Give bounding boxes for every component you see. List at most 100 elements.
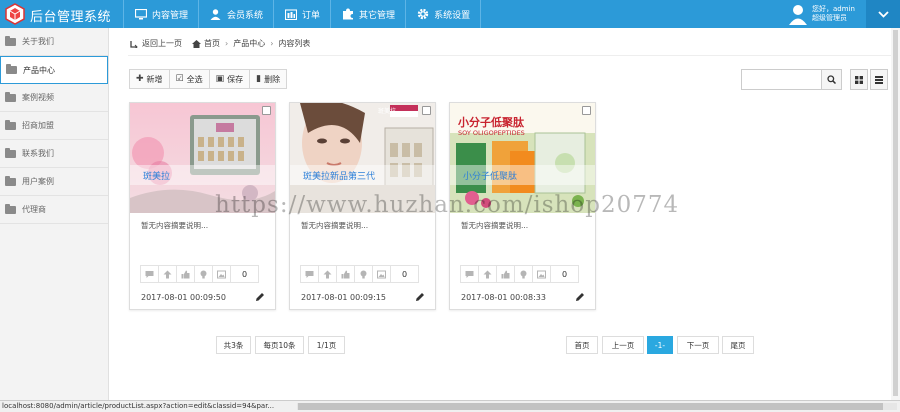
nav-settings[interactable]: 系统设置 bbox=[406, 0, 482, 28]
pager-per-page: 每页10条 bbox=[255, 336, 304, 354]
sidebar-item-products[interactable]: 产品中心 bbox=[0, 56, 108, 84]
add-button[interactable]: ✚ 新增 bbox=[129, 69, 170, 89]
top-button[interactable] bbox=[318, 265, 337, 283]
image-headline: 小分子低聚肽 bbox=[458, 116, 524, 129]
top-button[interactable] bbox=[478, 265, 497, 283]
card-checkbox[interactable] bbox=[262, 106, 271, 115]
pencil-icon[interactable] bbox=[255, 292, 265, 302]
comment-icon bbox=[465, 270, 474, 278]
hot-button[interactable] bbox=[354, 265, 373, 283]
user-greeting: 您好，admin bbox=[812, 5, 855, 13]
chevron-right-icon: › bbox=[225, 39, 229, 48]
lightbulb-icon bbox=[360, 270, 367, 278]
image-button[interactable] bbox=[212, 265, 231, 283]
image-button[interactable] bbox=[532, 265, 551, 283]
arrow-up-icon bbox=[323, 270, 332, 278]
recommend-button[interactable] bbox=[176, 265, 195, 283]
folder-icon bbox=[5, 91, 16, 102]
sidebar-item-agents[interactable]: 代理商 bbox=[0, 196, 108, 224]
chevron-right-icon: › bbox=[270, 39, 274, 48]
sidebar-item-case-videos[interactable]: 案例视频 bbox=[0, 84, 108, 112]
orders-icon bbox=[284, 8, 297, 20]
back-arrow-icon bbox=[130, 40, 138, 48]
hot-button[interactable] bbox=[514, 265, 533, 283]
sidebar: 关于我们 产品中心 案例视频 招商加盟 联系我们 用户案例 代理商 bbox=[0, 28, 109, 400]
pencil-icon[interactable] bbox=[575, 292, 585, 302]
sidebar-item-franchise[interactable]: 招商加盟 bbox=[0, 112, 108, 140]
thumbs-up-icon bbox=[501, 270, 510, 278]
comment-button[interactable] bbox=[300, 265, 319, 283]
nav-content[interactable]: 内容管理 bbox=[123, 0, 200, 28]
add-label: 新增 bbox=[146, 74, 163, 84]
vertical-scroll-thumb[interactable] bbox=[893, 30, 898, 396]
grid-view-button[interactable] bbox=[850, 69, 868, 90]
folder-icon bbox=[5, 147, 16, 158]
pencil-icon[interactable] bbox=[415, 292, 425, 302]
image-button[interactable] bbox=[372, 265, 391, 283]
user-menu[interactable]: 您好，admin 超级管理员 bbox=[788, 2, 855, 26]
comment-icon bbox=[145, 270, 154, 278]
hot-button[interactable] bbox=[194, 265, 213, 283]
arrow-up-icon bbox=[483, 270, 492, 278]
comment-button[interactable] bbox=[460, 265, 479, 283]
horizontal-scroll-thumb[interactable] bbox=[298, 403, 883, 410]
lightbulb-icon bbox=[200, 270, 207, 278]
breadcrumb: 返回上一页 首页 › 产品中心 › 内容列表 bbox=[130, 38, 310, 49]
card-summary: 暂无内容摘要说明... bbox=[301, 221, 369, 230]
sidebar-item-user-cases[interactable]: 用户案例 bbox=[0, 168, 108, 196]
sidebar-item-label: 案例视频 bbox=[22, 93, 54, 102]
sidebar-item-label: 关于我们 bbox=[22, 37, 54, 46]
lightbulb-icon bbox=[520, 270, 527, 278]
view-count: 0 bbox=[230, 265, 259, 283]
pager-current-page[interactable]: -1- bbox=[647, 336, 673, 354]
nav-orders[interactable]: 订单 bbox=[274, 0, 332, 28]
user-dropdown-button[interactable] bbox=[866, 0, 900, 28]
divider bbox=[128, 55, 898, 56]
nav-settings-label: 系统设置 bbox=[434, 10, 471, 21]
card-title[interactable]: 斑美拉 bbox=[130, 165, 275, 185]
recommend-button[interactable] bbox=[496, 265, 515, 283]
sidebar-item-about[interactable]: 关于我们 bbox=[0, 28, 108, 56]
sidebar-item-label: 招商加盟 bbox=[22, 121, 54, 130]
breadcrumb-section[interactable]: 产品中心 bbox=[233, 38, 265, 49]
thumbs-up-icon bbox=[341, 270, 350, 278]
back-link[interactable]: 返回上一页 bbox=[142, 38, 182, 49]
sidebar-item-contact[interactable]: 联系我们 bbox=[0, 140, 108, 168]
logo-icon bbox=[5, 3, 25, 25]
top-button[interactable] bbox=[158, 265, 177, 283]
list-view-button[interactable] bbox=[870, 69, 888, 90]
nav-orders-label: 订单 bbox=[302, 10, 321, 21]
user-role: 超级管理员 bbox=[812, 14, 847, 22]
nav-members[interactable]: 会员系统 bbox=[199, 0, 275, 28]
save-button[interactable]: ▣ 保存 bbox=[208, 69, 251, 89]
recommend-button[interactable] bbox=[336, 265, 355, 283]
select-all-button[interactable]: ☑ 全选 bbox=[168, 69, 210, 89]
card-title[interactable]: 小分子低聚肽 bbox=[450, 165, 595, 185]
user-info: 您好，admin 超级管理员 bbox=[812, 5, 855, 23]
pager-first-button[interactable]: 首页 bbox=[566, 336, 598, 354]
image-icon bbox=[537, 270, 546, 278]
search-button[interactable] bbox=[821, 69, 842, 90]
search-input[interactable] bbox=[741, 69, 822, 90]
monitor-icon bbox=[134, 8, 147, 20]
card-title[interactable]: 斑美拉新品第三代 bbox=[290, 165, 435, 185]
pager-prev-button[interactable]: 上一页 bbox=[602, 336, 644, 354]
card-actions: 0 bbox=[460, 265, 579, 283]
breadcrumb-current: 内容列表 bbox=[278, 39, 311, 48]
user-icon bbox=[209, 8, 222, 20]
nav-members-label: 会员系统 bbox=[227, 10, 264, 21]
delete-button[interactable]: ▮ 删除 bbox=[249, 69, 288, 89]
image-icon bbox=[377, 270, 386, 278]
pager-last-button[interactable]: 尾页 bbox=[722, 336, 754, 354]
pager-next-button[interactable]: 下一页 bbox=[677, 336, 719, 354]
nav-other-label: 其它管理 bbox=[359, 10, 396, 21]
card-checkbox[interactable] bbox=[582, 106, 591, 115]
nav-other[interactable]: 其它管理 bbox=[331, 0, 407, 28]
plus-icon: ✚ bbox=[136, 74, 144, 84]
breadcrumb-home[interactable]: 首页 bbox=[204, 38, 220, 49]
card-date: 2017-08-01 00:09:15 bbox=[301, 293, 386, 302]
comment-button[interactable] bbox=[140, 265, 159, 283]
select-all-label: 全选 bbox=[186, 74, 203, 84]
home-icon bbox=[192, 39, 201, 48]
card-checkbox[interactable] bbox=[422, 106, 431, 115]
